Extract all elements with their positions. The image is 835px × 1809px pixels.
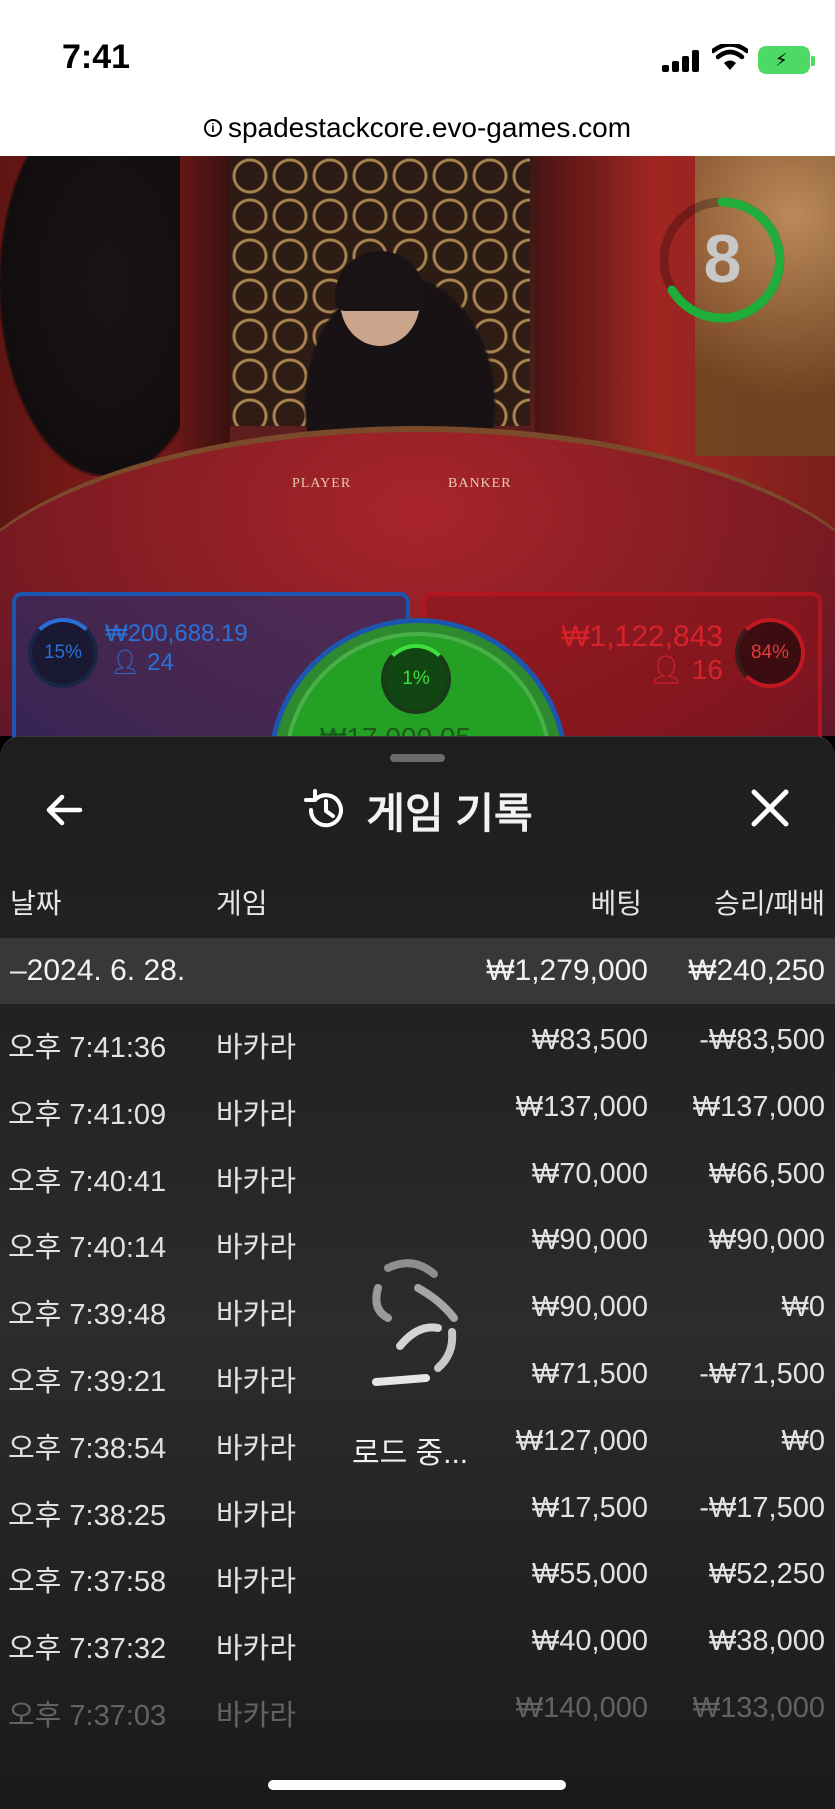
row-time: 오후 7:37:32 (8, 1633, 167, 1666)
person-icon: 👤︎ (648, 654, 685, 685)
day-summary-win-loss: ₩240,250 (688, 954, 825, 987)
row-game: 바카라 (216, 1299, 297, 1332)
player-bettor-count: 👤︎ 24 (110, 648, 174, 677)
row-win-loss: ₩52,250 (708, 1558, 825, 1591)
address-bar[interactable]: i spadestackcore.evo-games.com (0, 100, 835, 156)
row-bet: ₩40,000 (531, 1625, 648, 1658)
row-bet: ₩127,000 (515, 1424, 648, 1457)
row-time: 오후 7:40:14 (8, 1232, 167, 1265)
row-win-loss: ₩38,000 (708, 1625, 825, 1658)
person-icon: 👤︎ (110, 649, 141, 676)
row-game: 바카라 (216, 1633, 297, 1666)
row-game: 바카라 (216, 1566, 297, 1599)
sheet-title: 게임 기록 (366, 789, 533, 837)
day-summary-row[interactable]: –2024. 6. 28. ₩1,279,000 ₩240,250 (0, 938, 835, 1004)
row-time: 오후 7:39:21 (8, 1365, 167, 1398)
loading-text: 로드 중... (352, 1437, 469, 1470)
row-game: 바카라 (216, 1232, 297, 1265)
day-summary-bet: ₩1,279,000 (486, 954, 648, 987)
row-bet: ₩71,500 (531, 1357, 648, 1390)
history-row[interactable]: 오후 7:37:32 바카라 ₩40,000 ₩38,000 (0, 1611, 835, 1678)
row-bet: ₩90,000 (531, 1291, 648, 1324)
row-time: 오후 7:39:48 (8, 1299, 167, 1332)
row-win-loss: -₩83,500 (699, 1024, 825, 1056)
row-game: 바카라 (216, 1032, 297, 1064)
status-time: 7:41 (62, 38, 131, 76)
row-game: 바카라 (216, 1499, 297, 1532)
close-icon[interactable] (748, 786, 792, 830)
banker-bet-total: ₩1,122,843 (561, 620, 723, 653)
history-icon (304, 789, 344, 828)
row-bet: ₩17,500 (531, 1491, 648, 1524)
history-row[interactable]: 오후 7:41:09 바카라 ₩137,000 ₩137,000 (0, 1077, 835, 1144)
battery-charging-icon: ⚡ (758, 46, 815, 74)
column-header-game: 게임 (216, 888, 268, 919)
row-time: 오후 7:37:03 (8, 1699, 167, 1732)
row-win-loss: -₩17,500 (699, 1491, 825, 1524)
column-header-win-loss: 승리/패배 (714, 888, 825, 919)
loading-spinner-icon (372, 1259, 458, 1386)
row-time: 오후 7:38:25 (8, 1499, 167, 1532)
history-row[interactable]: 오후 7:37:03 바카라 ₩140,000 ₩133,000 (0, 1678, 835, 1745)
status-bar: 7:41 ⚡ (0, 0, 835, 100)
row-bet: ₩55,000 (531, 1558, 648, 1591)
row-time: 오후 7:38:54 (8, 1432, 167, 1465)
row-bet: ₩137,000 (515, 1090, 648, 1123)
row-win-loss: -₩71,500 (699, 1357, 825, 1390)
column-header-bet: 베팅 (590, 888, 642, 919)
row-bet: ₩140,000 (515, 1691, 648, 1724)
row-game: 바카라 (216, 1699, 297, 1732)
banker-percent-ring: 84% (735, 618, 805, 688)
history-row[interactable]: 오후 7:40:41 바카라 ₩70,000 ₩66,500 (0, 1144, 835, 1211)
row-game: 바카라 (216, 1432, 297, 1465)
table-player-label: PLAYER (292, 476, 352, 491)
info-icon[interactable]: i (203, 119, 222, 137)
player-bettor-count-value: 24 (147, 649, 174, 676)
row-win-loss: ₩0 (781, 1291, 826, 1324)
row-win-loss: ₩66,500 (708, 1157, 825, 1190)
tie-percent-ring: 1% (381, 644, 451, 714)
row-game: 바카라 (216, 1165, 297, 1198)
home-indicator[interactable] (268, 1780, 566, 1790)
cellular-signal-icon (662, 50, 700, 72)
shuffler-person (0, 156, 180, 476)
row-bet: ₩83,500 (531, 1024, 648, 1056)
sheet-title-bar: 게임 기록 (0, 780, 835, 840)
row-win-loss: ₩133,000 (692, 1691, 825, 1724)
url-text: spadestackcore.evo-games.com (227, 112, 632, 143)
row-time: 오후 7:37:58 (8, 1566, 167, 1599)
row-win-loss: ₩90,000 (708, 1224, 825, 1257)
row-time: 오후 7:41:09 (8, 1098, 167, 1131)
table-banker-label: BANKER (448, 476, 512, 491)
row-time: 오후 7:40:41 (8, 1165, 167, 1198)
player-percent-ring: 15% (28, 618, 98, 688)
row-time: 오후 7:41:36 (8, 1032, 167, 1064)
banker-bettor-count: 👤︎ 16 (649, 653, 723, 686)
row-game: 바카라 (216, 1365, 297, 1398)
history-row[interactable]: 오후 7:41:36 바카라 ₩83,500 -₩83,500 (0, 1010, 835, 1077)
row-game: 바카라 (216, 1098, 297, 1131)
countdown-number: 8 (703, 221, 742, 297)
history-row[interactable]: 오후 7:38:25 바카라 ₩17,500 -₩17,500 (0, 1478, 835, 1545)
player-bet-total: ₩200,688.19 (105, 620, 248, 647)
row-win-loss: ₩137,000 (692, 1090, 825, 1123)
wifi-icon (712, 44, 748, 70)
banker-bettor-count-value: 16 (691, 654, 723, 685)
sheet-drag-handle[interactable] (390, 754, 445, 762)
row-bet: ₩70,000 (531, 1157, 648, 1190)
column-header-date: 날짜 (10, 888, 62, 919)
history-row[interactable]: 오후 7:37:58 바카라 ₩55,000 ₩52,250 (0, 1544, 835, 1611)
row-bet: ₩90,000 (531, 1224, 648, 1257)
day-summary-date: –2024. 6. 28. (10, 954, 186, 987)
row-win-loss: ₩0 (781, 1424, 826, 1457)
